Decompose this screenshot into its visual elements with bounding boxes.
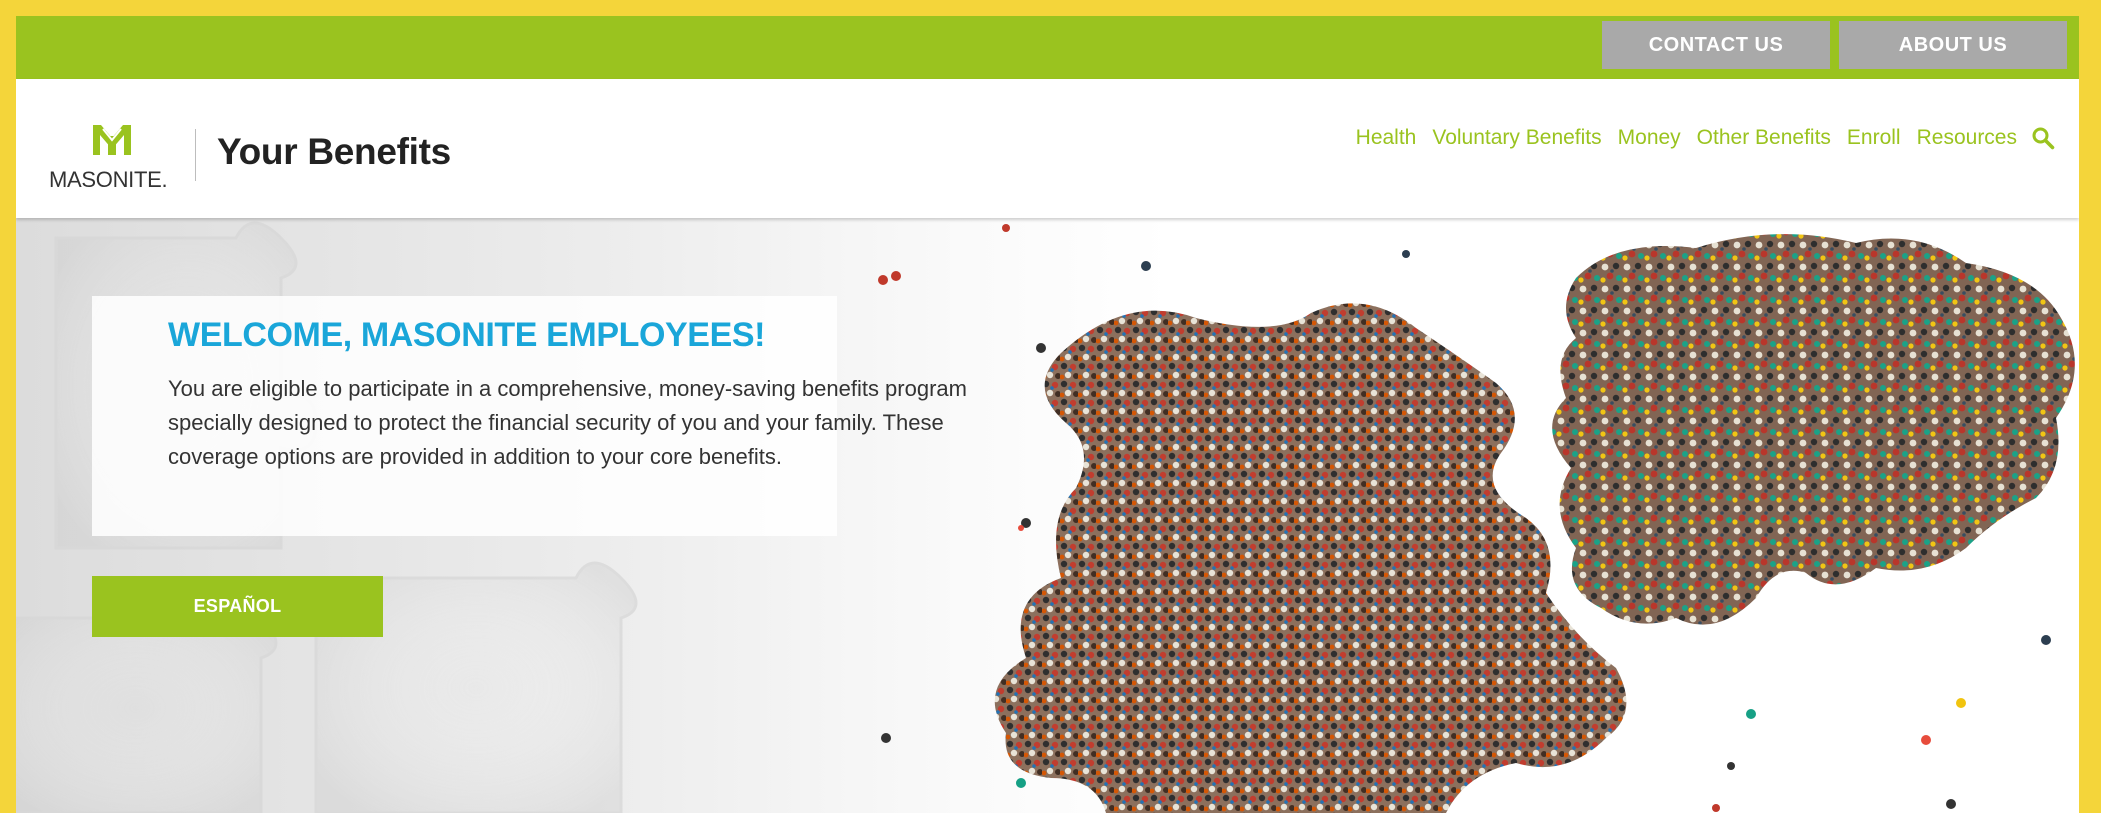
utility-bar: CONTACT US ABOUT US (16, 16, 2079, 79)
main-nav: Health Voluntary Benefits Money Other Be… (1356, 126, 2055, 150)
nav-health[interactable]: Health (1356, 126, 1417, 150)
nav-money[interactable]: Money (1618, 126, 1681, 150)
logo-divider (195, 129, 196, 181)
masonite-m-icon (93, 125, 131, 155)
nav-other-benefits[interactable]: Other Benefits (1697, 126, 1831, 150)
espanol-button[interactable]: ESPAÑOL (92, 576, 383, 637)
site-title[interactable]: Your Benefits (217, 131, 451, 173)
about-us-button[interactable]: ABOUT US (1839, 21, 2067, 69)
masonite-logo[interactable]: MASONITE. (49, 123, 179, 197)
logo-wordmark: MASONITE. (49, 167, 168, 192)
contact-us-button[interactable]: CONTACT US (1602, 21, 1830, 69)
welcome-card: WELCOME, MASONITE EMPLOYEES! You are eli… (92, 296, 967, 536)
search-icon[interactable] (2031, 126, 2055, 150)
welcome-heading: WELCOME, MASONITE EMPLOYEES! (168, 316, 766, 354)
nav-enroll[interactable]: Enroll (1847, 126, 1901, 150)
page-frame: CONTACT US ABOUT US MASONITE. Your Benef… (16, 16, 2079, 813)
site-header: MASONITE. Your Benefits Health Voluntary… (16, 79, 2079, 218)
nav-voluntary-benefits[interactable]: Voluntary Benefits (1432, 126, 1601, 150)
welcome-text: You are eligible to participate in a com… (168, 376, 967, 469)
hero-section: WELCOME, MASONITE EMPLOYEES! You are eli… (16, 218, 2079, 813)
nav-resources[interactable]: Resources (1917, 126, 2017, 150)
